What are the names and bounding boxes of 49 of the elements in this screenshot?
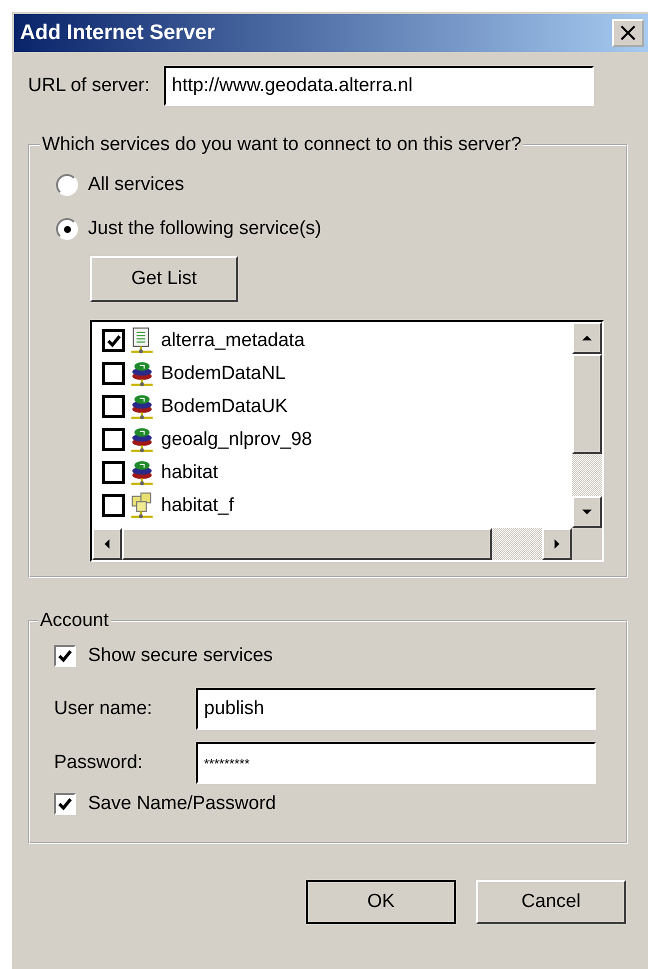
scroll-thumb[interactable] <box>122 528 492 560</box>
cancel-button[interactable]: Cancel <box>476 880 626 924</box>
close-button[interactable]: × <box>612 19 644 47</box>
layers-server-icon <box>129 426 155 454</box>
checkbox[interactable] <box>102 428 125 451</box>
service-name[interactable]: habitat <box>159 462 218 484</box>
layers-server-icon <box>129 392 155 420</box>
checkbox[interactable] <box>54 793 76 815</box>
radio-button[interactable] <box>56 174 78 196</box>
scroll-left-button[interactable] <box>92 528 122 560</box>
scroll-up-button[interactable] <box>572 322 602 354</box>
service-name[interactable]: geoalg_nlprov_98 <box>159 428 312 450</box>
service-name[interactable]: BodemDataNL <box>159 362 286 384</box>
layers-server-icon <box>129 360 155 388</box>
folder-server-icon <box>129 492 155 520</box>
checkbox-label: Save Name/Password <box>88 793 276 815</box>
url-field[interactable]: http://www.geodata.alterra.nl <box>164 66 594 106</box>
checkbox[interactable] <box>102 461 125 484</box>
radio-label: Just the following service(s) <box>88 218 322 240</box>
checkmark-icon <box>106 332 122 348</box>
checkmark-icon <box>57 796 73 812</box>
checkbox[interactable] <box>102 329 125 352</box>
get-list-button[interactable]: Get List <box>90 256 238 302</box>
user-name-label: User name: <box>54 698 154 720</box>
layers-server-icon <box>129 458 155 486</box>
radio-button[interactable] <box>56 218 78 240</box>
url-label: URL of server: <box>28 75 150 97</box>
password-field[interactable]: ********* <box>196 742 596 784</box>
group-title: Which services do you want to connect to on this server? <box>41 134 522 156</box>
scroll-right-button[interactable] <box>542 528 572 560</box>
radio-label: All services <box>88 174 184 196</box>
scroll-thumb[interactable] <box>572 354 602 454</box>
checkbox[interactable] <box>102 362 125 385</box>
service-name[interactable]: alterra_metadata <box>159 330 305 352</box>
password-label: Password: <box>54 752 144 774</box>
ok-button[interactable]: OK <box>306 880 456 924</box>
user-name-field[interactable]: publish <box>196 688 596 730</box>
service-name[interactable]: habitat_f <box>159 494 234 516</box>
service-name[interactable]: BodemDataUK <box>159 396 288 418</box>
checkbox[interactable] <box>102 395 125 418</box>
checkbox[interactable] <box>102 494 125 517</box>
checkbox-label: Show secure services <box>88 645 273 667</box>
window-title: Add Internet Server <box>20 21 215 45</box>
scrollbar-corner <box>572 528 602 560</box>
checkmark-icon <box>57 648 73 664</box>
checkbox[interactable] <box>54 645 76 667</box>
group-title: Account <box>39 610 110 632</box>
document-server-icon <box>129 326 155 354</box>
scroll-down-button[interactable] <box>572 496 602 528</box>
